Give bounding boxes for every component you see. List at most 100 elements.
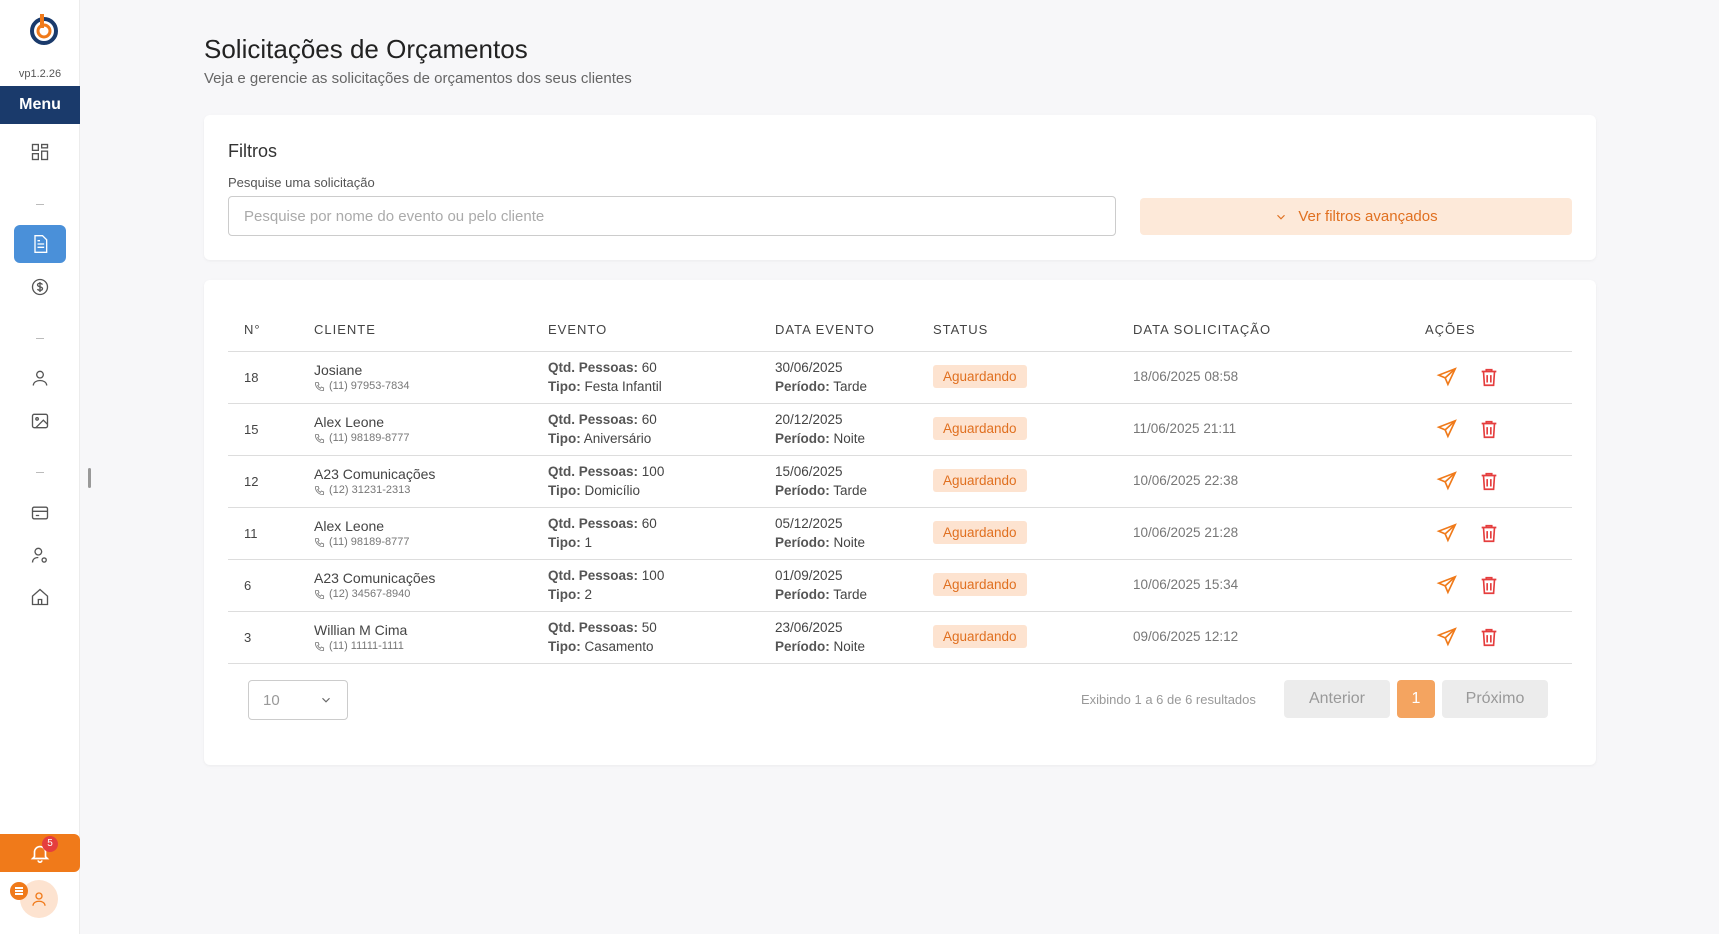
table-header: N° CLIENTE EVENTO DATA EVENTO STATUS DAT… [228, 310, 1572, 352]
request-date: 09/06/2025 12:12 [1133, 629, 1239, 644]
notifications-button[interactable]: 5 [0, 834, 80, 872]
event-people: Qtd. Pessoas: 60 [548, 360, 657, 375]
trash-icon [1481, 420, 1497, 439]
event-type: Tipo: 1 [548, 535, 592, 550]
people-label: Qtd. Pessoas: [548, 620, 639, 635]
event-period: Período: Tarde [775, 483, 867, 498]
trash-icon [1481, 472, 1497, 491]
event-period: Período: Noite [775, 639, 865, 654]
user-icon [32, 892, 46, 906]
request-number: 6 [244, 578, 252, 593]
event-date: 20/12/2025 [775, 412, 843, 427]
previous-page-button[interactable]: Anterior [1284, 680, 1390, 718]
delete-button[interactable] [1478, 522, 1500, 544]
page-title: Solicitações de Orçamentos [204, 34, 528, 64]
delete-button[interactable] [1478, 574, 1500, 596]
page-size-select[interactable]: 10 [248, 680, 348, 720]
type-label: Tipo: [548, 483, 581, 498]
phone-icon [314, 381, 325, 391]
period-value: Noite [833, 639, 866, 654]
period-value: Noite [833, 535, 866, 550]
advanced-filters-button[interactable]: Ver filtros avançados [1140, 198, 1572, 235]
current-page-button[interactable]: 1 [1397, 680, 1435, 718]
image-icon[interactable] [28, 409, 52, 433]
trash-icon [1481, 524, 1497, 543]
send-button[interactable] [1436, 418, 1458, 440]
status-badge: Aguardando [933, 469, 1027, 492]
event-people: Qtd. Pessoas: 50 [548, 620, 657, 635]
send-button[interactable] [1436, 522, 1458, 544]
client-name: Josiane [314, 362, 363, 378]
search-input[interactable] [228, 196, 1116, 236]
status-badge: Aguardando [933, 365, 1027, 388]
delete-button[interactable] [1478, 418, 1500, 440]
filters-title: Filtros [228, 141, 277, 161]
user-icon[interactable] [28, 366, 52, 390]
table-row[interactable]: 18 Josiane (11) 97953-7834 Qtd. Pessoas: 60… [228, 352, 1572, 404]
delete-button[interactable] [1478, 366, 1500, 388]
table-row[interactable]: 6 A23 Comunicações (12) 34567-8940 Qtd. Pes… [228, 560, 1572, 612]
dashboard-icon[interactable] [28, 140, 52, 164]
period-label: Período: [775, 639, 830, 654]
client-phone: (11) 97953-7834 [314, 380, 410, 392]
period-label: Período: [775, 431, 830, 446]
event-date: 23/06/2025 [775, 620, 843, 635]
user-menu-button[interactable] [10, 882, 28, 900]
table-row[interactable]: 15 Alex Leone (11) 98189-8777 Qtd. Pessoas:… [228, 404, 1572, 456]
event-date: 01/09/2025 [775, 568, 843, 583]
table-row[interactable]: 12 A23 Comunicações (12) 31231-2313 Qtd. Pe… [228, 456, 1572, 508]
people-label: Qtd. Pessoas: [548, 568, 639, 583]
menu-icon [15, 887, 23, 895]
table-row[interactable]: 3 Willian M Cima (11) 11111-1111 Qtd. Pesso… [228, 612, 1572, 664]
document-icon[interactable] [14, 225, 66, 263]
search-label: Pesquise uma solicitação [228, 175, 375, 190]
client-phone-value: (11) 97953-7834 [329, 380, 410, 392]
card-icon[interactable] [28, 501, 52, 525]
column-header: DATA SOLICITAÇÃO [1133, 322, 1272, 337]
people-value: 60 [641, 516, 657, 531]
event-period: Período: Tarde [775, 379, 867, 394]
delete-button[interactable] [1478, 626, 1500, 648]
send-button[interactable] [1436, 626, 1458, 648]
column-header: DATA EVENTO [775, 322, 875, 337]
app-logo[interactable] [27, 12, 61, 46]
table-row[interactable]: 11 Alex Leone (11) 98189-8777 Qtd. Pessoas:… [228, 508, 1572, 560]
people-value: 60 [641, 360, 657, 375]
home-icon[interactable] [28, 585, 52, 609]
column-header: CLIENTE [314, 322, 376, 337]
type-label: Tipo: [548, 431, 581, 446]
request-number: 15 [244, 422, 259, 437]
chevron-down-icon [322, 697, 330, 703]
sidebar-resize-handle[interactable] [88, 468, 91, 488]
send-icon [1436, 367, 1457, 387]
send-icon [1436, 471, 1457, 491]
send-button[interactable] [1436, 574, 1458, 596]
column-header: N° [244, 322, 261, 337]
event-date: 15/06/2025 [775, 464, 843, 479]
type-value: Domicílio [584, 483, 641, 498]
send-button[interactable] [1436, 470, 1458, 492]
type-value: Aniversário [583, 431, 652, 446]
next-page-button[interactable]: Próximo [1442, 680, 1548, 718]
event-type: Tipo: Festa Infantil [548, 379, 662, 394]
send-button[interactable] [1436, 366, 1458, 388]
status-badge: Aguardando [933, 625, 1027, 648]
client-phone-value: (11) 98189-8777 [329, 432, 410, 444]
request-date: 11/06/2025 21:11 [1133, 421, 1237, 436]
phone-icon [314, 537, 325, 547]
people-value: 100 [641, 568, 665, 583]
period-label: Período: [775, 587, 830, 602]
client-phone-value: (12) 34567-8940 [329, 588, 411, 600]
event-people: Qtd. Pessoas: 60 [548, 516, 657, 531]
dollar-icon[interactable] [28, 275, 52, 299]
client-name: Willian M Cima [314, 622, 408, 638]
client-phone-value: (11) 11111-1111 [329, 640, 404, 652]
requests-table-card: N° CLIENTE EVENTO DATA EVENTO STATUS DAT… [204, 280, 1596, 765]
delete-button[interactable] [1478, 470, 1500, 492]
trash-icon [1481, 628, 1497, 647]
nav-divider [36, 338, 44, 339]
page-size-value: 10 [263, 691, 280, 709]
user-settings-icon[interactable] [28, 543, 52, 567]
phone-icon [314, 589, 325, 599]
period-label: Período: [775, 379, 830, 394]
